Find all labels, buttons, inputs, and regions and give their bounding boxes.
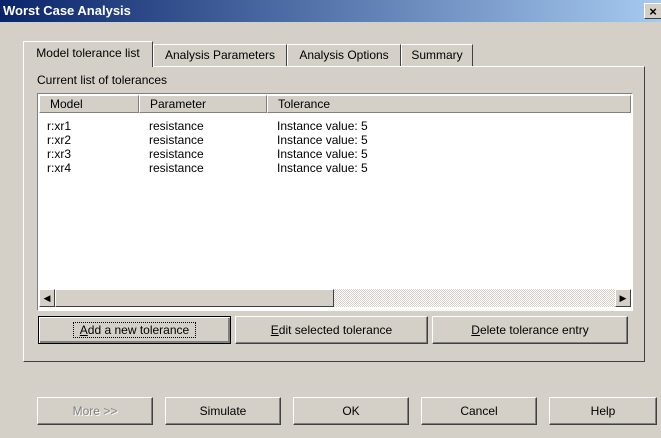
table-row[interactable]: r:xr2 resistance Instance value: 5 [39, 134, 631, 147]
table-row[interactable]: r:xr1 resistance Instance value: 5 [39, 120, 631, 133]
cell-tolerance: Instance value: 5 [277, 133, 368, 147]
cell-parameter: resistance [149, 133, 204, 147]
mnemonic: D [471, 323, 480, 337]
button-label: dit selected tolerance [278, 323, 393, 337]
cell-tolerance: Instance value: 5 [277, 147, 368, 161]
cell-model: r:xr2 [47, 133, 71, 147]
add-tolerance-button[interactable]: Add a new tolerance [38, 316, 231, 344]
more-button[interactable]: More >> [37, 397, 153, 425]
tab-label: Summary [411, 48, 463, 62]
cell-model: r:xr1 [47, 119, 71, 133]
tab-summary[interactable]: Summary [401, 44, 473, 66]
window-title: Worst Case Analysis [3, 3, 131, 18]
horizontal-scrollbar[interactable]: ◀ ▶ [39, 289, 631, 307]
list-header: Model Parameter Tolerance [39, 95, 631, 113]
scroll-left-icon[interactable]: ◀ [39, 289, 55, 307]
cell-parameter: resistance [149, 147, 204, 161]
delete-tolerance-button[interactable]: Delete tolerance entry [432, 316, 628, 344]
scrollbar-thumb[interactable] [55, 289, 334, 307]
mnemonic: A [79, 323, 88, 337]
button-label: elete tolerance entry [479, 323, 589, 337]
focus-rect: Add a new tolerance [72, 322, 197, 338]
cell-tolerance: Instance value: 5 [277, 119, 368, 133]
tab-label: Analysis Parameters [164, 48, 276, 62]
title-bar[interactable]: Worst Case Analysis × [0, 0, 661, 22]
column-header-parameter[interactable]: Parameter [139, 95, 267, 113]
cancel-button[interactable]: Cancel [421, 397, 537, 425]
help-button[interactable]: Help [549, 397, 657, 425]
simulate-button[interactable]: Simulate [165, 397, 281, 425]
table-row[interactable]: r:xr4 resistance Instance value: 5 [39, 162, 631, 175]
tolerance-list[interactable]: Model Parameter Tolerance r:xr1 resistan… [37, 93, 633, 311]
table-row[interactable]: r:xr3 resistance Instance value: 5 [39, 148, 631, 161]
tab-model-tolerance-list[interactable]: Model tolerance list [23, 41, 153, 67]
column-header-tolerance[interactable]: Tolerance [267, 95, 631, 113]
edit-tolerance-button[interactable]: Edit selected tolerance [235, 316, 428, 344]
cell-model: r:xr4 [47, 161, 71, 175]
tab-label: Analysis Options [299, 48, 389, 62]
cell-tolerance: Instance value: 5 [277, 161, 368, 175]
mnemonic: E [270, 323, 279, 337]
close-icon[interactable]: × [644, 3, 661, 19]
worst-case-analysis-dialog: Worst Case Analysis × Model tolerance li… [0, 0, 661, 438]
column-header-model[interactable]: Model [39, 95, 139, 113]
ok-button[interactable]: OK [293, 397, 409, 425]
cell-model: r:xr3 [47, 147, 71, 161]
list-caption: Current list of tolerances [37, 73, 168, 87]
scroll-right-icon[interactable]: ▶ [615, 289, 631, 307]
tab-analysis-parameters[interactable]: Analysis Parameters [153, 44, 287, 66]
button-label: dd a new tolerance [87, 323, 190, 337]
cell-parameter: resistance [149, 119, 204, 133]
tab-analysis-options[interactable]: Analysis Options [287, 44, 401, 66]
cell-parameter: resistance [149, 161, 204, 175]
tab-label: Model tolerance list [36, 46, 140, 60]
